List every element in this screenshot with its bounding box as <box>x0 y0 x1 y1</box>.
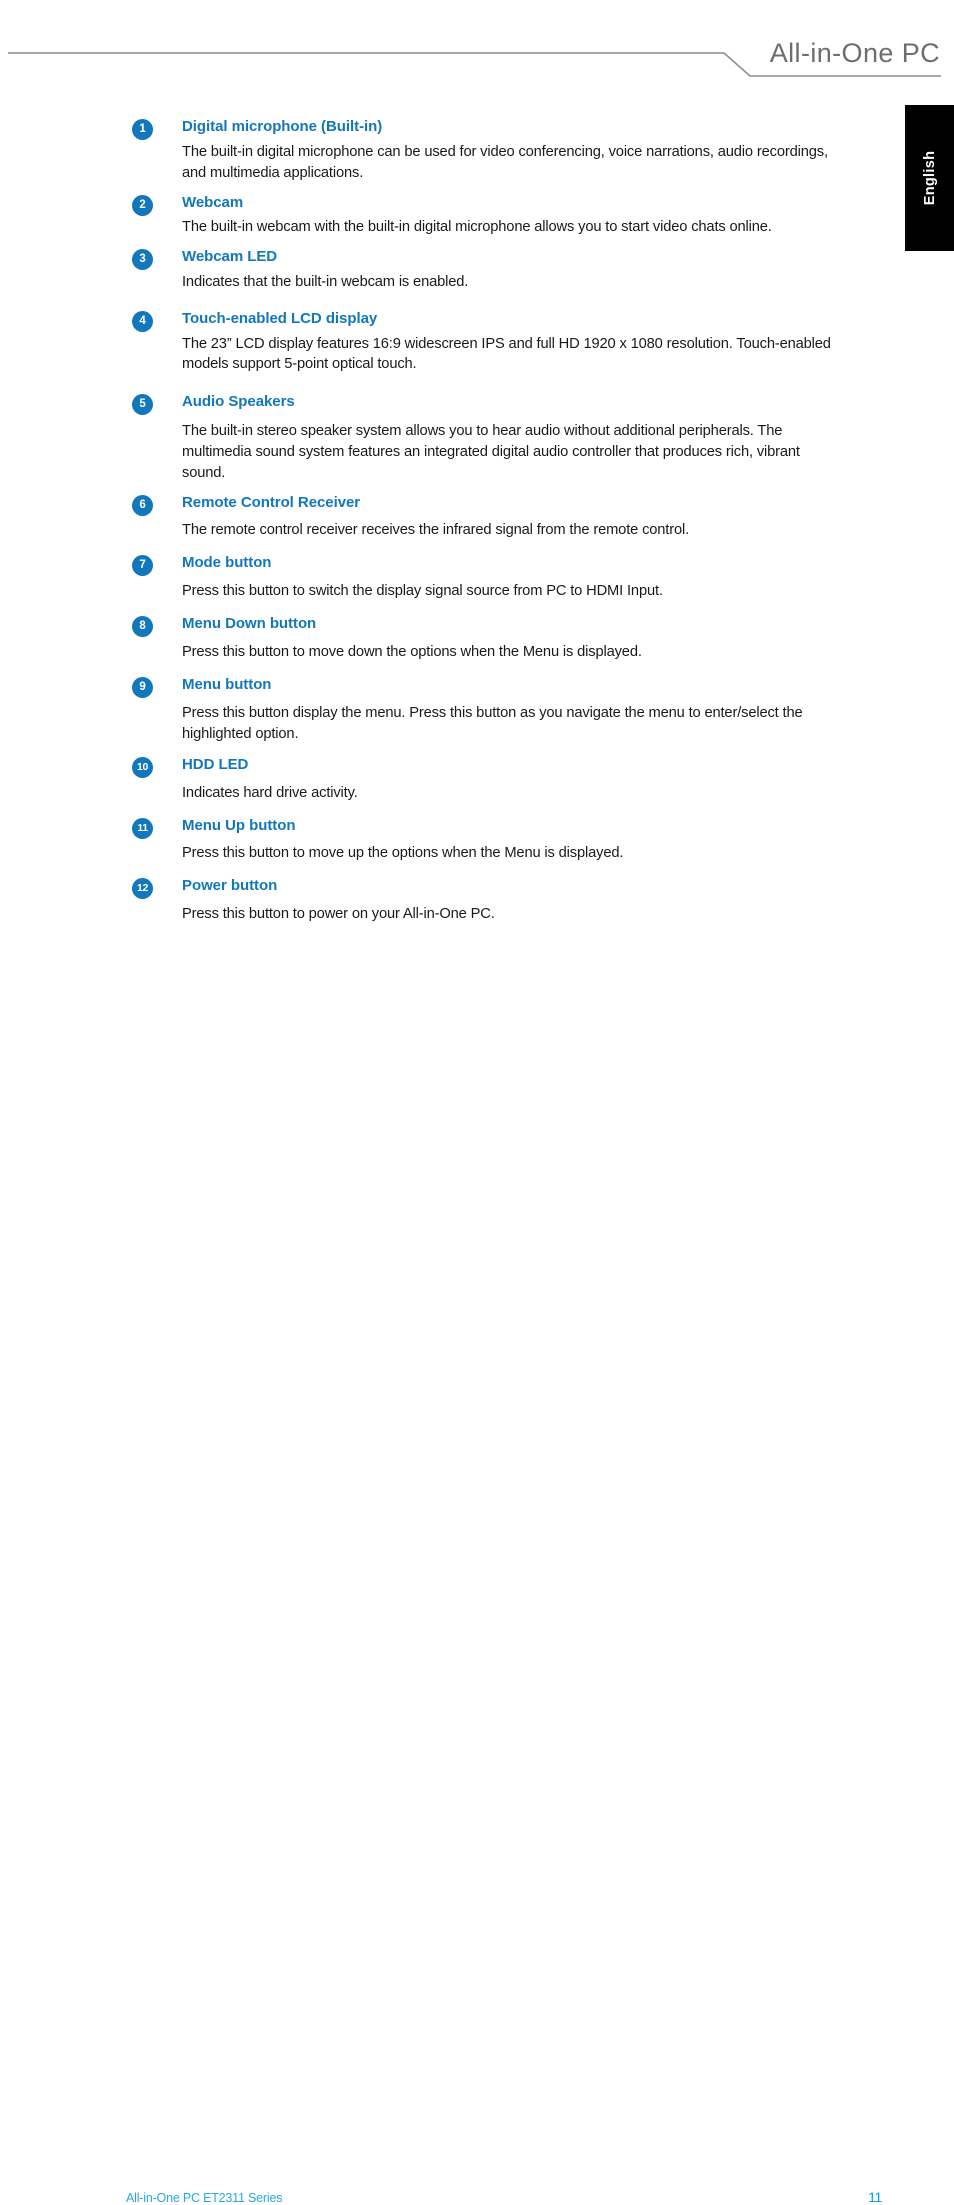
feature-description: Press this button to move up the options… <box>182 845 624 862</box>
list-item: 2 Webcam The built-in webcam with the bu… <box>132 194 844 239</box>
feature-description: The remote control receiver receives the… <box>182 522 690 539</box>
feature-number-badge: 5 <box>132 394 153 416</box>
list-item: 5 Audio Speakers The built-in stereo spe… <box>132 393 844 483</box>
list-item: 11 Menu Up button Press this button to m… <box>132 817 844 865</box>
list-item: 1 Digital microphone (Built-in) The buil… <box>132 118 844 184</box>
feature-description: Indicates that the built-in webcam is en… <box>182 273 469 290</box>
language-tab-label: English <box>921 150 938 206</box>
feature-title: Menu Down button <box>182 614 317 632</box>
page-number: 11 <box>868 2189 882 2205</box>
feature-description: Press this button to move down the optio… <box>182 643 642 660</box>
feature-description: The built-in webcam with the built-in di… <box>182 219 772 236</box>
feature-number-badge: 12 <box>132 878 153 900</box>
feature-title: Webcam <box>182 193 244 211</box>
feature-title: Digital microphone (Built-in) <box>182 118 383 135</box>
feature-list: 1 Digital microphone (Built-in) The buil… <box>132 118 844 925</box>
feature-number-badge: 9 <box>132 676 153 698</box>
feature-description: Indicates hard drive activity. <box>182 784 358 801</box>
feature-number-badge: 10 <box>132 757 153 778</box>
feature-number-badge: 8 <box>132 615 153 637</box>
list-item: 3 Webcam LED Indicates that the built-in… <box>132 248 844 293</box>
feature-description: Press this button to power on your All-i… <box>182 906 495 922</box>
feature-number-badge: 7 <box>132 555 153 577</box>
list-item: 6 Remote Control Receiver The remote con… <box>132 494 844 542</box>
feature-description: The built-in stereo speaker system allow… <box>182 423 800 481</box>
list-item: 9 Menu button Press this button display … <box>132 676 844 746</box>
feature-title: Power button <box>182 877 278 895</box>
feature-number-badge: 4 <box>132 310 153 332</box>
footer-product-name: All-in-One PC ET2311 Series <box>126 2191 283 2205</box>
feature-title: Remote Control Receiver <box>182 493 361 511</box>
feature-description: Press this button to switch the display … <box>182 583 663 599</box>
list-item: 8 Menu Down button Press this button to … <box>132 615 844 663</box>
feature-number-badge: 6 <box>132 494 153 516</box>
feature-description: The built-in digital microphone can be u… <box>182 143 828 181</box>
feature-title: Touch-enabled LCD display <box>182 309 378 327</box>
feature-number-badge: 1 <box>132 119 153 140</box>
feature-title: Menu Up button <box>182 816 296 834</box>
page-header: All-in-One PC <box>0 0 954 105</box>
list-item: 12 Power button Press this button to pow… <box>132 877 844 925</box>
list-item: 7 Mode button Press this button to switc… <box>132 554 844 602</box>
list-item: 4 Touch-enabled LCD display The 23” LCD … <box>132 310 844 376</box>
feature-title: Audio Speakers <box>182 393 295 411</box>
feature-title: HDD LED <box>182 756 249 773</box>
feature-number-badge: 3 <box>132 249 153 271</box>
feature-title: Mode button <box>182 554 272 572</box>
page-title: All-in-One PC <box>769 38 940 68</box>
feature-title: Menu button <box>182 675 272 693</box>
feature-number-badge: 11 <box>132 817 153 839</box>
feature-title: Webcam LED <box>182 248 278 266</box>
feature-description: Press this button display the menu. Pres… <box>182 705 803 743</box>
feature-number-badge: 2 <box>132 194 153 216</box>
list-item: 10 HDD LED Indicates hard drive activity… <box>132 756 844 804</box>
feature-description: The 23” LCD display features 16:9 widesc… <box>182 335 831 373</box>
page-footer: All-in-One PC ET2311 Series 11 <box>0 1095 954 2205</box>
language-tab-english[interactable]: English <box>905 105 954 251</box>
